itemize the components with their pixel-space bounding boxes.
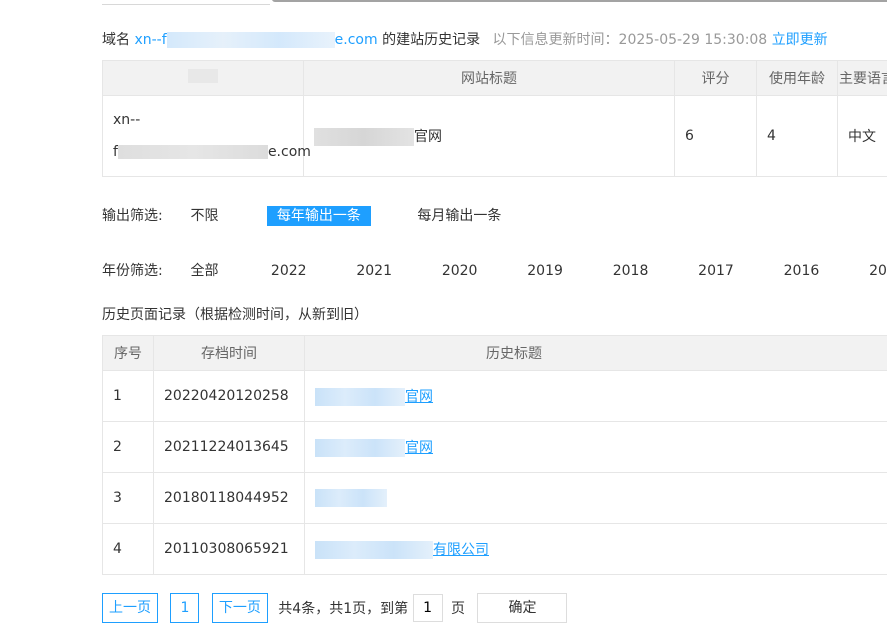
page-unit: 页 — [451, 601, 466, 617]
redacted-blur — [315, 388, 405, 406]
history-section-title: 历史页面记录（根据检测时间，从新到旧） — [102, 307, 368, 323]
redacted-blur — [188, 69, 218, 83]
update-time-label: 以下信息更新时间：2025-05-29 15:30:08 — [492, 32, 768, 48]
year-option-2022[interactable]: 2022 — [271, 261, 352, 281]
domain-header: 域名 xn--f e.com 的建站历史记录 以下信息更新时间：2025-05-2… — [102, 30, 828, 50]
info-data-row: xn-- f e.com 官网 6 4 中文 — [102, 95, 887, 177]
year-option-2019[interactable]: 2019 — [527, 261, 608, 281]
output-filter: 输出筛选: 不限 每年输出一条 每月输出一条 — [102, 206, 501, 226]
history-index: 2 — [102, 421, 154, 473]
year-option-all[interactable]: 全部 — [190, 261, 266, 281]
info-col-age: 使用年龄 — [756, 60, 838, 96]
year-filter: 年份筛选: 全部 2022 2021 2020 2019 2018 2017 2… — [102, 261, 887, 281]
history-title-link[interactable]: 官网 — [315, 388, 433, 406]
info-age-cell: 4 — [756, 95, 838, 177]
year-option-2020[interactable]: 2020 — [442, 261, 523, 281]
history-index: 4 — [102, 523, 154, 575]
history-time: 20110308065921 — [153, 523, 305, 575]
output-option-all[interactable]: 不限 — [190, 206, 262, 226]
info-score-cell: 6 — [674, 95, 757, 177]
record-label: 的建站历史记录 — [382, 32, 481, 48]
history-table: 序号 存档时间 历史标题 1 20220420120258 官网 2 20211… — [102, 335, 887, 575]
history-index: 3 — [102, 472, 154, 524]
year-filter-label: 年份筛选: — [102, 263, 163, 279]
history-title-link[interactable]: 官网 — [315, 439, 433, 457]
redacted-blur — [315, 489, 387, 507]
table-row: 1 20220420120258 官网 — [102, 370, 887, 422]
redacted-blur — [117, 145, 268, 159]
year-option-2015[interactable]: 2015 — [869, 261, 887, 281]
history-time: 20220420120258 — [153, 370, 305, 422]
info-language-cell: 中文 — [837, 95, 887, 177]
output-option-monthly[interactable]: 每月输出一条 — [417, 206, 501, 226]
history-index: 1 — [102, 370, 154, 422]
redacted-blur — [315, 439, 405, 457]
table-row: 3 20180118044952 — [102, 472, 887, 524]
history-time: 20211224013645 — [153, 421, 305, 473]
pager-summary: 共4条，共1页，到第 — [278, 601, 409, 617]
update-now-link[interactable]: 立即更新 — [772, 32, 828, 48]
site-info-table: 网站标题 评分 使用年龄 主要语言 xn-- fe.com 官网 6 4 中文 — [102, 60, 887, 177]
info-domain-cell: xn-- f e.com — [102, 95, 311, 177]
output-option-yearly[interactable]: 每年输出一条 — [266, 206, 371, 226]
horizontal-scrollbar[interactable] — [102, 0, 887, 6]
pagination: 上一页 1 下一页 共4条，共1页，到第 页 确定 — [102, 593, 568, 623]
info-col-domain — [102, 60, 304, 96]
table-row: 4 20110308065921 有限公司 — [102, 523, 887, 575]
domain-prefix: 域名 — [102, 32, 130, 48]
scrollbar-thumb[interactable] — [272, 0, 887, 2]
info-header-row: 网站标题 评分 使用年龄 主要语言 — [102, 60, 887, 96]
history-title-link[interactable]: 有限公司 — [315, 541, 489, 559]
info-col-title: 网站标题 — [303, 60, 675, 96]
confirm-button[interactable]: 确定 — [477, 593, 568, 623]
history-title-cell: 官网 — [304, 370, 887, 422]
year-option-2021[interactable]: 2021 — [356, 261, 437, 281]
history-title-cell: 有限公司 — [304, 523, 887, 575]
redacted-blur — [166, 32, 335, 48]
scrollbar-left-segment — [102, 0, 270, 5]
redacted-blur — [315, 541, 433, 559]
redacted-blur — [314, 128, 414, 146]
info-col-score: 评分 — [674, 60, 757, 96]
domain-link[interactable]: xn--f e.com — [134, 32, 378, 48]
year-option-2016[interactable]: 2016 — [784, 261, 865, 281]
history-title-cell: 官网 — [304, 421, 887, 473]
year-option-2017[interactable]: 2017 — [698, 261, 779, 281]
history-col-title: 历史标题 — [304, 335, 887, 371]
info-title-cell: 官网 — [303, 95, 675, 177]
history-header-row: 序号 存档时间 历史标题 — [102, 335, 887, 371]
info-col-language: 主要语言 — [837, 60, 887, 96]
history-time: 20180118044952 — [153, 472, 305, 524]
output-filter-label: 输出筛选: — [102, 208, 163, 224]
table-row: 2 20211224013645 官网 — [102, 421, 887, 473]
history-title-link[interactable] — [315, 489, 387, 507]
prev-page-button[interactable]: 上一页 — [102, 593, 158, 623]
history-col-time: 存档时间 — [153, 335, 305, 371]
page-number-button[interactable]: 1 — [170, 593, 200, 623]
history-col-index: 序号 — [102, 335, 154, 371]
goto-page-input[interactable] — [412, 594, 443, 622]
history-title-cell — [304, 472, 887, 524]
year-option-2018[interactable]: 2018 — [613, 261, 694, 281]
next-page-button[interactable]: 下一页 — [211, 593, 268, 623]
